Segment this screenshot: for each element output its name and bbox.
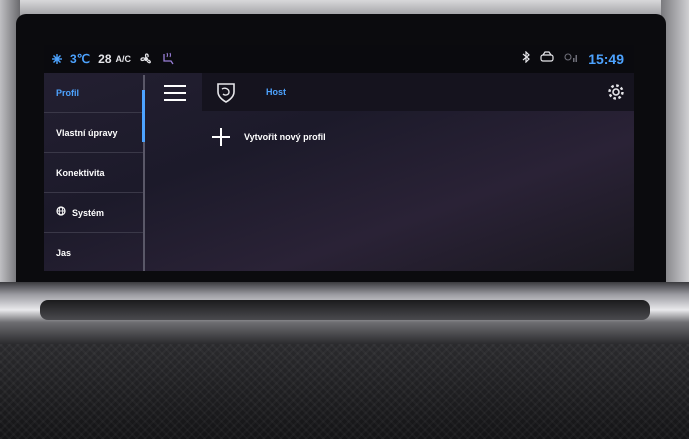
sidebar-item-label: Profil (56, 87, 80, 98)
sidebar-item-label: Jas (56, 248, 72, 258)
profile-header[interactable]: Host (202, 73, 634, 111)
sidebar-scroll-thumb[interactable] (142, 90, 145, 142)
infotainment-screen: 3℃ 28 A/C 15:49 Profil Vlastní úpravy Ko… (44, 45, 634, 271)
car-icon (540, 50, 554, 68)
sidebar-item-jas[interactable]: Jas (44, 233, 144, 271)
add-profile-label: Vytvořit nový profil (244, 132, 326, 142)
snowflake-icon[interactable] (52, 54, 62, 64)
fan-level[interactable]: 28 (98, 52, 111, 66)
temperature-readout[interactable]: 3℃ (70, 52, 90, 66)
add-profile-button[interactable]: Vytvořit nový profil (212, 125, 326, 149)
seat-heat-icon[interactable] (161, 52, 175, 66)
gear-icon[interactable] (606, 82, 626, 102)
globe-icon (56, 206, 66, 219)
sidebar-item-label: Systém (72, 207, 105, 218)
profile-name: Host (266, 87, 286, 97)
clock: 15:49 (588, 51, 624, 67)
plus-icon (212, 128, 230, 146)
bluetooth-icon (522, 50, 531, 68)
sidebar-item-label: Konektivita (56, 167, 105, 178)
dashboard-panel (0, 344, 689, 439)
brand-logo-icon (214, 80, 238, 104)
sidebar-item-profil[interactable]: Profil (44, 73, 144, 113)
sidebar-item-konektivita[interactable]: Konektivita (44, 153, 144, 193)
ac-label[interactable]: A/C (116, 54, 132, 64)
menu-icon[interactable] (164, 85, 186, 103)
settings-sidebar: Profil Vlastní úpravy Konektivita Systém… (44, 73, 144, 271)
status-bar: 3℃ 28 A/C 15:49 (44, 45, 634, 73)
signal-icon (564, 50, 578, 68)
trim-groove (40, 300, 650, 320)
sidebar-item-label: Vlastní úpravy (56, 127, 118, 138)
sidebar-item-system[interactable]: Systém (44, 193, 144, 233)
sidebar-item-vlastni-upravy[interactable]: Vlastní úpravy (44, 113, 144, 153)
fan-icon[interactable] (139, 53, 153, 65)
